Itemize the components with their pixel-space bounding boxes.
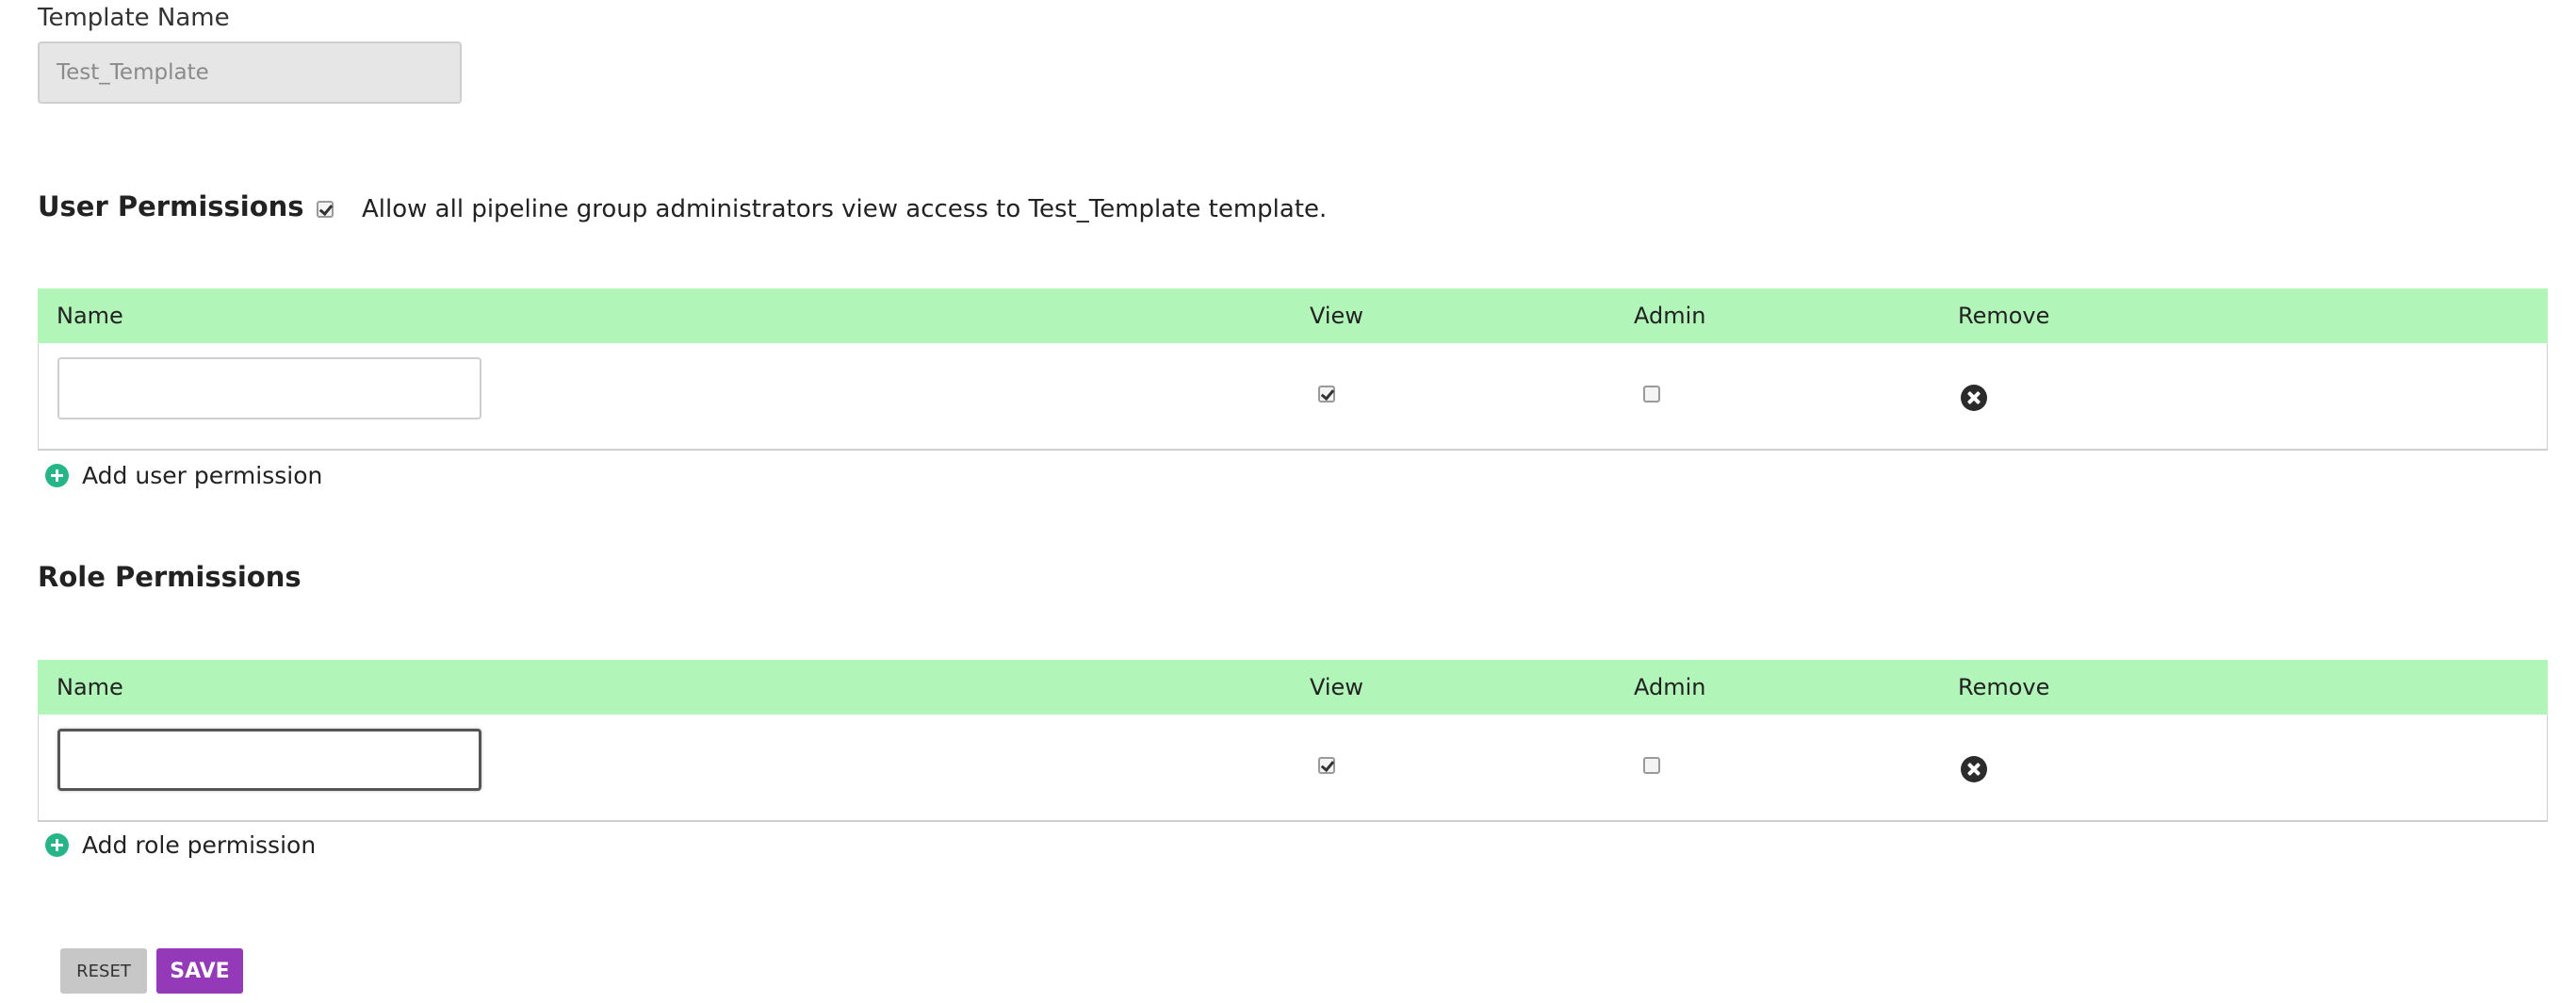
- save-button[interactable]: SAVE: [156, 948, 243, 994]
- column-header-admin: Admin: [1634, 303, 1706, 329]
- role-permissions-title: Role Permissions: [38, 561, 302, 593]
- role-permissions-table: Name View Admin Remove: [38, 660, 2548, 822]
- add-role-permission-button[interactable]: Add role permission: [45, 831, 316, 859]
- template-name-label: Template Name: [38, 4, 230, 32]
- column-header-name: Name: [57, 674, 123, 700]
- allow-admins-row: Allow all pipeline group administrators …: [317, 192, 1327, 226]
- column-header-view: View: [1310, 303, 1363, 329]
- reset-button[interactable]: RESET: [60, 948, 147, 994]
- allow-admins-checkbox[interactable]: [317, 201, 334, 218]
- admin-checkbox[interactable]: [1643, 757, 1660, 774]
- user-permissions-header: Name View Admin Remove: [38, 288, 2548, 343]
- remove-icon[interactable]: [1961, 385, 1987, 411]
- add-user-permission-button[interactable]: Add user permission: [45, 462, 322, 489]
- table-row: [38, 343, 2548, 451]
- admin-checkbox[interactable]: [1643, 386, 1660, 403]
- table-row: [38, 715, 2548, 822]
- column-header-name: Name: [57, 303, 123, 329]
- add-role-permission-label: Add role permission: [82, 831, 317, 859]
- add-user-permission-label: Add user permission: [82, 462, 323, 489]
- user-permissions-title: User Permissions: [38, 190, 304, 222]
- column-header-view: View: [1310, 674, 1363, 700]
- role-permissions-header: Name View Admin Remove: [38, 660, 2548, 715]
- column-header-admin: Admin: [1634, 674, 1706, 700]
- role-name-input[interactable]: [57, 729, 481, 791]
- template-name-field: Test_Template: [38, 41, 462, 104]
- plus-circle-icon: [45, 833, 69, 857]
- allow-admins-label: Allow all pipeline group administrators …: [362, 195, 1328, 223]
- user-name-input[interactable]: [57, 357, 481, 419]
- view-checkbox[interactable]: [1318, 386, 1335, 403]
- remove-icon[interactable]: [1961, 756, 1987, 782]
- user-permissions-table: Name View Admin Remove: [38, 288, 2548, 451]
- view-checkbox[interactable]: [1318, 757, 1335, 774]
- column-header-remove: Remove: [1958, 303, 2050, 329]
- column-header-remove: Remove: [1958, 674, 2050, 700]
- plus-circle-icon: [45, 464, 69, 487]
